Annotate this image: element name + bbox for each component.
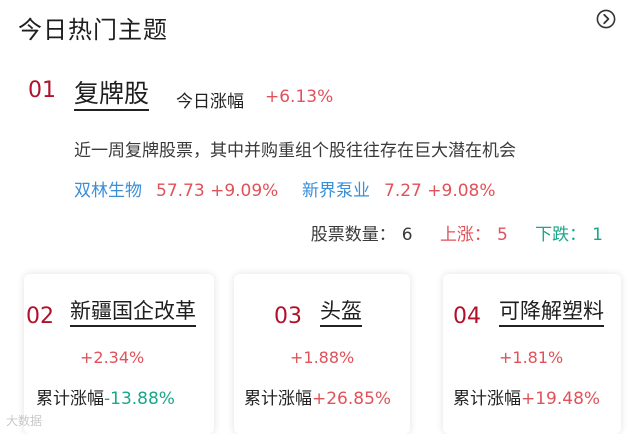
topic-card-featured[interactable]: 01 复牌股 今日涨幅 +6.13% 近一周复牌股票，其中并购重组个股往往存在巨… xyxy=(0,70,643,250)
day-change-label: 今日涨幅 xyxy=(176,92,244,112)
cumulative-label: 累计涨幅 xyxy=(244,389,312,409)
cumulative-change: 累计涨幅+26.85% xyxy=(244,384,391,409)
stock-quote: 57.73 +9.09% xyxy=(156,181,279,201)
topic-rank: 03 xyxy=(274,304,302,329)
watermark: 大数据 xyxy=(6,414,43,428)
stock-quote: 7.27 +9.08% xyxy=(384,181,496,201)
down-count: 1 xyxy=(592,225,603,245)
day-change-value: +1.88% xyxy=(290,348,355,367)
stock-name[interactable]: 双林生物 xyxy=(74,181,142,201)
topic-rank: 02 xyxy=(26,304,54,329)
day-change-value: +6.13% xyxy=(265,87,334,107)
total-count-label: 股票数量： xyxy=(310,225,396,245)
topic-rank: 01 xyxy=(28,78,56,103)
cumulative-value: +26.85% xyxy=(312,389,392,409)
total-count: 6 xyxy=(401,225,413,245)
cumulative-change: 累计涨幅-13.88% xyxy=(36,384,175,409)
cumulative-label: 累计涨幅 xyxy=(453,389,521,409)
day-change-value: +1.81% xyxy=(499,348,564,367)
topic-description: 近一周复牌股票，其中并购重组个股往往存在巨大潜在机会 xyxy=(74,141,516,161)
stock-counts: 股票数量： 6 上涨： 5 下跌： 1 xyxy=(311,220,603,245)
topic-name[interactable]: 头盔 xyxy=(320,298,362,327)
topic-card[interactable]: 02 新疆国企改革 +2.34% 累计涨幅-13.88% xyxy=(24,274,214,434)
hot-topics-panel: 今日热门主题 01 复牌股 今日涨幅 +6.13% 近一周复牌股票，其中并购重组… xyxy=(0,0,643,434)
cumulative-label: 累计涨幅 xyxy=(36,389,104,409)
topic-name[interactable]: 复牌股 xyxy=(74,80,150,111)
stock-name[interactable]: 新界泵业 xyxy=(302,181,370,201)
cumulative-value: -13.88% xyxy=(104,389,175,409)
topic-rank: 04 xyxy=(453,304,481,329)
topic-name[interactable]: 新疆国企改革 xyxy=(70,298,196,327)
stock-item[interactable]: 新界泵业 7.27 +9.08% xyxy=(302,176,496,201)
cumulative-value: +19.48% xyxy=(521,389,601,409)
down-count-label: 下跌： xyxy=(535,225,587,245)
cumulative-change: 累计涨幅+19.48% xyxy=(453,384,600,409)
topic-card[interactable]: 03 头盔 +1.88% 累计涨幅+26.85% xyxy=(234,274,410,434)
up-count: 5 xyxy=(496,225,508,245)
topic-name[interactable]: 可降解塑料 xyxy=(499,298,604,327)
chevron-right-circle-icon[interactable] xyxy=(596,9,616,29)
day-change-value: +2.34% xyxy=(80,348,145,367)
topic-card[interactable]: 04 可降解塑料 +1.81% 累计涨幅+19.48% xyxy=(443,274,621,434)
panel-title: 今日热门主题 xyxy=(18,16,168,44)
stock-item[interactable]: 双林生物 57.73 +9.09% xyxy=(74,176,278,201)
up-count-label: 上涨： xyxy=(439,225,491,245)
